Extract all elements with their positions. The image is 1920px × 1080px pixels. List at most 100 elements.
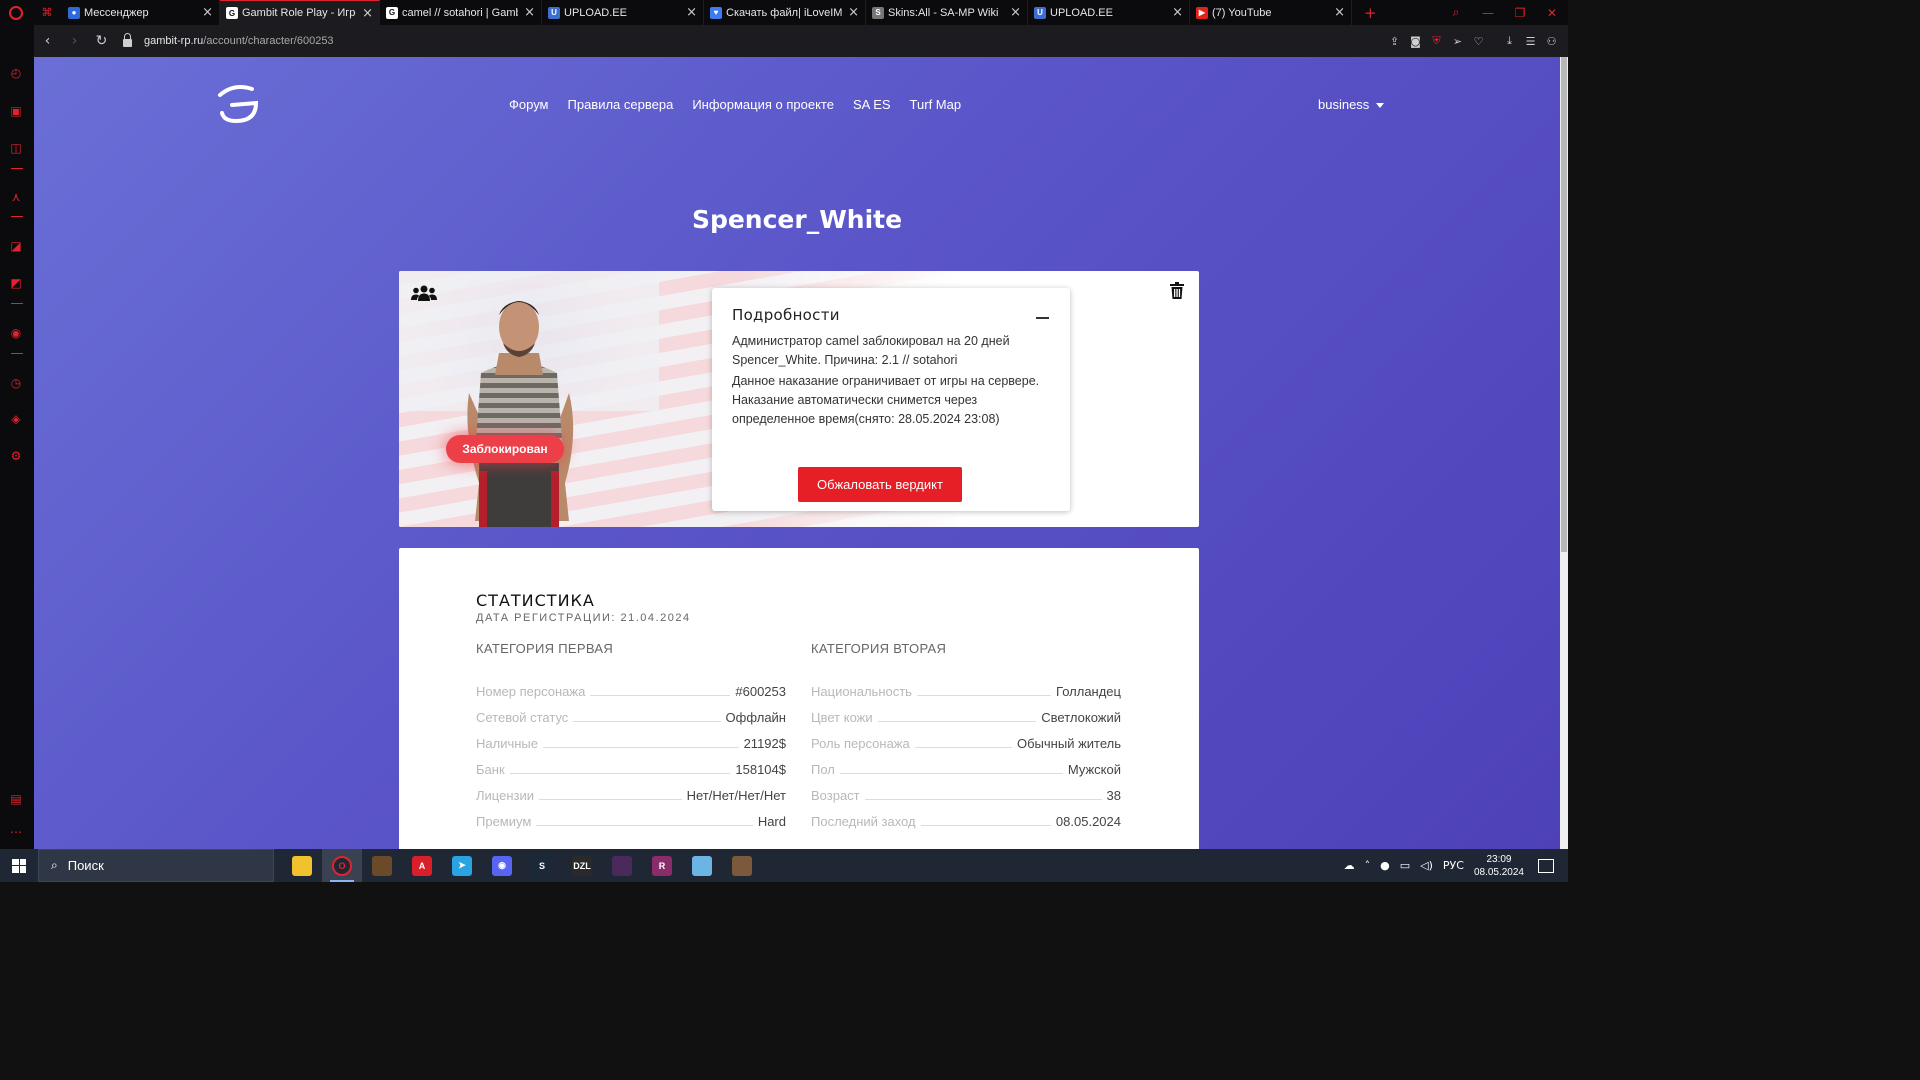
url-path: /account/character/600253 <box>203 35 334 47</box>
close-tab-icon[interactable]: × <box>1172 5 1183 20</box>
player-icon[interactable]: ◉ <box>8 325 24 341</box>
browser-tab[interactable]: U UPLOAD.EE × <box>542 0 704 25</box>
nav-server-rules[interactable]: Правила сервера <box>568 97 674 112</box>
stat-leader-line <box>509 773 731 774</box>
close-tab-icon[interactable]: × <box>848 5 859 20</box>
taskbar-app-game-3[interactable] <box>722 849 762 882</box>
opera-menu-button[interactable] <box>0 0 32 25</box>
browser-tab[interactable]: ▶ (7) YouTube × <box>1190 0 1352 25</box>
tab-favicon-icon: U <box>1034 6 1046 19</box>
taskbar-app-steam[interactable]: S <box>522 849 562 882</box>
discord-icon[interactable]: ◩ <box>8 275 24 291</box>
back-button[interactable]: ‹ <box>34 33 61 49</box>
stats-title: СТАТИСТИКА <box>476 591 595 610</box>
nav-sa-es[interactable]: SA ES <box>853 97 891 112</box>
nav-project-info[interactable]: Информация о проекте <box>692 97 834 112</box>
game-3-icon <box>732 855 752 876</box>
nav-forum[interactable]: Форум <box>509 97 549 112</box>
search-tabs-icon[interactable]: ⌕ <box>1440 5 1472 20</box>
close-tab-icon[interactable]: × <box>1010 5 1021 20</box>
group-users-icon[interactable] <box>411 285 437 301</box>
clock[interactable]: 23:09 08.05.2024 <box>1474 853 1524 879</box>
trash-icon[interactable] <box>1170 282 1184 299</box>
taskbar-app-game-1[interactable] <box>362 849 402 882</box>
profile-icon[interactable]: ⚇ <box>1541 35 1562 48</box>
stat-value: 38 <box>1106 788 1121 803</box>
snapshot-icon[interactable]: ◙ <box>1405 35 1426 48</box>
browser-tab[interactable]: ● Мессенджер × <box>62 0 220 25</box>
vpn-shield-icon[interactable]: ⛨ <box>1426 34 1447 48</box>
notifications-icon[interactable] <box>1538 858 1554 873</box>
url-host: gambit-rp.ru <box>144 35 204 47</box>
taskbar-app-dzl[interactable]: DZL <box>562 849 602 882</box>
vk-icon[interactable]: ◪ <box>8 238 24 254</box>
user-name: business <box>1318 97 1370 112</box>
close-tab-icon[interactable]: × <box>362 6 373 21</box>
gx-control-icon[interactable]: ⌘ <box>32 0 62 25</box>
stat-value: Мужской <box>1067 762 1121 777</box>
microphone-icon[interactable]: ● <box>1380 859 1390 872</box>
forward-button[interactable]: › <box>61 33 88 49</box>
gambit-logo-icon[interactable] <box>212 81 260 125</box>
tab-favicon-icon: ▶ <box>1196 6 1208 19</box>
appeal-verdict-button[interactable]: Обжаловать вердикт <box>798 467 962 502</box>
share-icon[interactable]: ⇪ <box>1384 35 1405 48</box>
gallery-icon[interactable]: ▤ <box>8 791 24 807</box>
close-window-button[interactable]: ✕ <box>1536 6 1568 20</box>
collapse-icon[interactable] <box>1036 317 1049 319</box>
close-tab-icon[interactable]: × <box>1334 5 1345 20</box>
url-field[interactable]: gambit-rp.ru/account/character/600253 <box>144 35 334 47</box>
more-icon[interactable]: ⋯ <box>8 824 24 840</box>
gx-corner-icon[interactable]: ⋏ <box>8 189 24 205</box>
close-tab-icon[interactable]: × <box>524 5 535 20</box>
extensions-cube-icon[interactable]: ◈ <box>8 411 24 427</box>
instagram-icon[interactable]: ◫ <box>8 140 24 156</box>
minimize-button[interactable]: — <box>1472 6 1504 20</box>
reload-button[interactable]: ↻ <box>88 33 115 49</box>
user-menu[interactable]: business <box>1318 97 1385 112</box>
stat-leader-line <box>920 825 1051 826</box>
close-tab-icon[interactable]: × <box>686 5 697 20</box>
weather-icon[interactable]: ☁ <box>1344 859 1355 872</box>
browser-tab[interactable]: G Gambit Role Play - Игровой × <box>220 0 380 25</box>
close-tab-icon[interactable]: × <box>202 5 213 20</box>
language-indicator[interactable]: РУС <box>1443 859 1464 872</box>
stat-leader-line <box>916 695 1052 696</box>
settings-gear-icon[interactable]: ⚙ <box>8 448 24 464</box>
taskbar-app-discord[interactable]: ◉ <box>482 849 522 882</box>
stat-row: Номер персонажа #600253 <box>476 673 786 699</box>
browser-tab[interactable]: ♥ Скачать файл| iLoveIMG × <box>704 0 866 25</box>
send-icon[interactable]: ➢ <box>1447 35 1468 48</box>
taskbar-app-notepad[interactable] <box>682 849 722 882</box>
easy-setup-icon[interactable]: ☰ <box>1520 35 1541 48</box>
taskbar-app-opera[interactable]: O <box>322 849 362 882</box>
downloads-icon[interactable]: ⤓ <box>1499 34 1520 48</box>
show-hidden-icons-chevron-icon[interactable]: ˄ <box>1365 859 1371 872</box>
taskbar-app-file-explorer[interactable] <box>282 849 322 882</box>
browser-tab[interactable]: S Skins:All - SA-MP Wiki × <box>866 0 1028 25</box>
stat-label: Наличные <box>476 736 538 751</box>
start-button[interactable] <box>0 849 38 882</box>
taskbar-app-telegram[interactable]: ➤ <box>442 849 482 882</box>
network-icon[interactable]: ▭ <box>1400 859 1410 872</box>
shop-icon[interactable]: ▣ <box>8 103 24 119</box>
history-icon[interactable]: ◷ <box>8 375 24 391</box>
volume-icon[interactable]: ◁) <box>1420 859 1433 872</box>
browser-tab[interactable]: U UPLOAD.EE × <box>1028 0 1190 25</box>
browser-tab[interactable]: Gcamel // sotahori | Gambit × <box>380 0 542 25</box>
new-tab-button[interactable]: + <box>1364 4 1377 22</box>
scrollbar-thumb[interactable] <box>1561 57 1567 552</box>
taskbar-search[interactable]: ⌕ Поиск <box>38 849 274 882</box>
speed-dial-icon[interactable]: ◴ <box>8 65 24 81</box>
taskbar-app-game-2[interactable] <box>602 849 642 882</box>
taskbar-app-winrar[interactable]: R <box>642 849 682 882</box>
bookmark-heart-icon[interactable]: ♡ <box>1468 35 1489 48</box>
maximize-button[interactable]: ❐ <box>1504 6 1536 20</box>
stat-label: Премиум <box>476 814 532 829</box>
tab-favicon-icon: G <box>386 6 398 19</box>
status-badge: Заблокирован <box>446 435 564 463</box>
taskbar-app-app-red[interactable]: A <box>402 849 442 882</box>
nav-turf-map[interactable]: Turf Map <box>910 97 962 112</box>
windows-taskbar: ⌕ Поиск O A ➤ ◉ S DZL R ☁ ˄ ● ▭ ◁) РУС 23:09 0… <box>0 849 1568 882</box>
stat-label: Сетевой статус <box>476 710 569 725</box>
